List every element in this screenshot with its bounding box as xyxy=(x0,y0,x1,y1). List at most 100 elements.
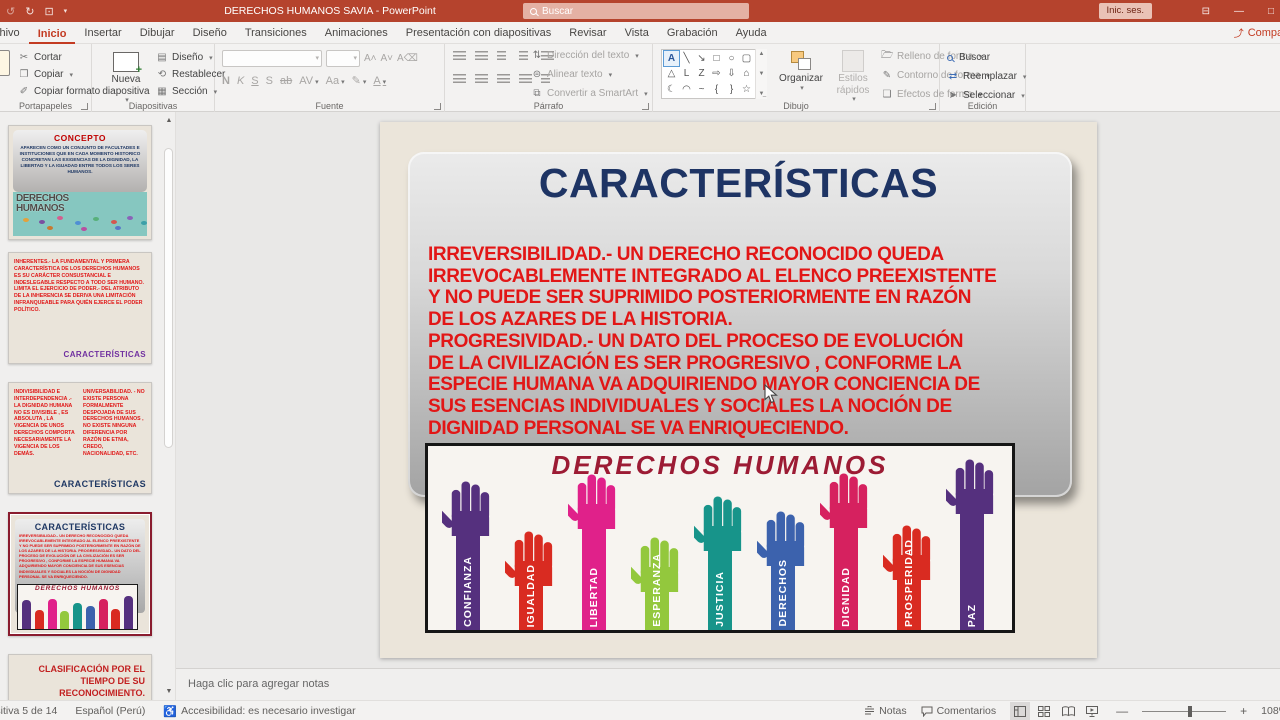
tab-revisar[interactable]: Revisar xyxy=(560,23,615,44)
ribbon-display-options-icon[interactable]: ⊟ xyxy=(1202,6,1210,17)
search-box[interactable]: Buscar xyxy=(523,3,749,19)
notes-toggle-button[interactable]: Notas xyxy=(864,705,907,717)
maximize-icon[interactable]: □ xyxy=(1268,6,1274,17)
shape-left-brace-icon[interactable]: { xyxy=(709,82,724,97)
text-shadow-button[interactable]: S xyxy=(266,75,273,87)
arrange-button[interactable]: Organizar ▾ xyxy=(775,46,827,93)
new-slide-button[interactable]: Nueva diapositiva▾ xyxy=(98,48,154,105)
redo-icon[interactable]: ↻ xyxy=(25,5,34,18)
slide-number-indicator[interactable]: Diapositiva 5 de 14 xyxy=(0,705,57,717)
shape-down-arrow-icon[interactable]: ⇩ xyxy=(724,66,739,81)
shape-rounded-rectangle-icon[interactable]: ▢ xyxy=(739,51,754,66)
share-button[interactable]: ⤴ Compartir xyxy=(1234,25,1280,41)
replace-button[interactable]: ⇄ Reemplazar ▾ xyxy=(947,68,1027,85)
shape-oval-icon[interactable]: ○ xyxy=(724,51,739,66)
increase-font-size-button[interactable]: A˄ xyxy=(364,53,377,64)
tab-dise-o[interactable]: Diseño xyxy=(184,23,236,44)
shape-text-box-icon[interactable]: A xyxy=(663,50,680,67)
bold-button[interactable]: N xyxy=(222,75,230,87)
font-dialog-launcher-icon[interactable] xyxy=(434,103,441,110)
shapes-more-icon[interactable]: ▼̲ xyxy=(759,91,765,97)
zoom-slider[interactable] xyxy=(1142,705,1227,717)
current-slide[interactable]: CARACTERÍSTICAS IRREVERSIBILIDAD.- UN DE… xyxy=(380,122,1097,658)
notes-placeholder[interactable]: Haga clic para agregar notas xyxy=(188,678,329,690)
align-text-button[interactable]: ⊜ Alinear texto ▾ xyxy=(531,66,648,83)
accessibility-checker[interactable]: ♿ Accesibilidad: es necesario investigar xyxy=(163,705,355,718)
zoom-in-button[interactable]: + xyxy=(1240,704,1247,718)
align-right-button[interactable] xyxy=(497,74,510,85)
drawing-dialog-launcher-icon[interactable] xyxy=(929,103,936,110)
shape-rectangle-icon[interactable]: □ xyxy=(709,51,724,66)
slide-title[interactable]: CARACTERÍSTICAS xyxy=(380,160,1097,207)
shape-right-arrow-icon[interactable]: ⇨ xyxy=(709,66,724,81)
slide-sorter-view-button[interactable] xyxy=(1034,702,1054,720)
clipboard-dialog-launcher-icon[interactable] xyxy=(81,103,88,110)
bullets-button[interactable] xyxy=(453,51,466,62)
tab-dibujar[interactable]: Dibujar xyxy=(131,23,184,44)
copy-button[interactable]: ❐ Copiar ▾ xyxy=(18,66,100,83)
align-left-button[interactable] xyxy=(453,74,466,85)
sign-in-button[interactable]: Inic. ses. xyxy=(1098,3,1152,19)
minimize-icon[interactable]: — xyxy=(1234,6,1244,17)
align-center-button[interactable] xyxy=(475,74,488,85)
quick-styles-button[interactable]: Estilos rápidos ▾ xyxy=(827,46,879,104)
font-size-combobox[interactable] xyxy=(326,50,360,67)
decrease-indent-button[interactable] xyxy=(497,51,510,62)
underline-button[interactable]: S xyxy=(251,75,258,87)
paste-button[interactable] xyxy=(0,50,10,76)
shape-elbow-connector-icon[interactable]: L xyxy=(679,66,694,81)
language-indicator[interactable]: Español (Perú) xyxy=(75,705,145,717)
find-button[interactable]: Buscar xyxy=(947,49,1026,66)
comments-toggle-button[interactable]: Comentarios xyxy=(921,705,996,717)
tab-transiciones[interactable]: Transiciones xyxy=(236,23,316,44)
convert-smartart-button[interactable]: ⧉ Convertir a SmartArt ▾ xyxy=(531,85,647,102)
tab-animaciones[interactable]: Animaciones xyxy=(316,23,397,44)
cut-button[interactable]: ✂ Cortar xyxy=(18,49,100,66)
notes-pane[interactable]: Haga clic para agregar notas xyxy=(176,668,1280,700)
shape-right-brace-icon[interactable]: } xyxy=(724,82,739,97)
shape-triangle-icon[interactable]: △ xyxy=(664,66,679,81)
normal-view-button[interactable] xyxy=(1010,702,1031,720)
font-name-combobox[interactable] xyxy=(222,50,322,67)
shapes-gallery-scrollbar[interactable]: ▲ ▼ ▼̲ xyxy=(755,49,767,99)
format-painter-button[interactable]: ✐ Copiar formato xyxy=(18,83,100,100)
zoom-percentage[interactable]: 108% xyxy=(1261,705,1280,717)
scroll-down-icon[interactable]: ▼ xyxy=(162,685,176,698)
slideshow-view-button[interactable] xyxy=(1082,702,1102,720)
undo-icon[interactable]: ↺ xyxy=(6,5,15,18)
slide-thumbnail-indivisibilidad[interactable]: INDIVISIBILIDAD E INTERDEPENDENCIA .- LA… xyxy=(8,382,152,494)
shape-freeform-icon[interactable]: Z xyxy=(694,66,709,81)
highlight-color-button[interactable]: ✎ ▾ xyxy=(352,74,367,87)
reading-view-button[interactable] xyxy=(1058,702,1078,720)
shape-arc-icon[interactable]: ◠ xyxy=(679,82,694,97)
shape-star-icon[interactable]: ☆ xyxy=(739,82,754,97)
tab-grabaci-n[interactable]: Grabación xyxy=(658,23,727,44)
text-direction-button[interactable]: ⇅ Dirección del texto ▾ xyxy=(531,47,648,64)
shapes-scroll-up-icon[interactable]: ▲ xyxy=(759,51,765,57)
numbering-button[interactable] xyxy=(475,51,488,62)
tab-ayuda[interactable]: Ayuda xyxy=(727,23,776,44)
zoom-out-button[interactable]: — xyxy=(1116,704,1128,718)
slide-thumbnail-inherentes[interactable]: INHERENTES.- LA FUNDAMENTAL Y PRIMERA CA… xyxy=(8,252,152,364)
customize-qat-icon[interactable]: ▾ xyxy=(64,7,68,15)
tab-vista[interactable]: Vista xyxy=(616,23,658,44)
tab-insertar[interactable]: Insertar xyxy=(75,23,130,44)
change-case-button[interactable]: Aa ▾ xyxy=(326,75,345,87)
font-color-button[interactable]: A ▾ xyxy=(373,75,386,87)
shape-curve-icon[interactable]: ~ xyxy=(694,82,709,97)
character-spacing-button[interactable]: AV ▾ xyxy=(299,75,318,87)
strikethrough-button[interactable]: ab xyxy=(280,75,292,87)
zoom-slider-thumb[interactable] xyxy=(1188,705,1193,717)
tab-presentaci-n-con-diapositivas[interactable]: Presentación con diapositivas xyxy=(397,23,561,44)
tab-archivo[interactable]: Archivo xyxy=(0,23,29,44)
scroll-up-icon[interactable]: ▲ xyxy=(162,114,176,127)
shapes-scroll-down-icon[interactable]: ▼ xyxy=(759,71,765,77)
italic-button[interactable]: K xyxy=(237,75,244,87)
slide-thumbnail-concepto[interactable]: CONCEPTO APARECEN COMO UN CONJUNTO DE FA… xyxy=(8,125,152,240)
hands-image[interactable]: DERECHOS HUMANOS CONFIANZA IGUALDAD LIBE… xyxy=(425,443,1015,633)
slide-body-text[interactable]: IRREVERSIBILIDAD.- UN DERECHO RECONOCIDO… xyxy=(428,244,1076,439)
paragraph-dialog-launcher-icon[interactable] xyxy=(642,103,649,110)
clear-formatting-button[interactable]: A⌫ xyxy=(397,53,418,64)
slide-thumbnail-caracteristicas-selected[interactable]: CARACTERÍSTICAS IRREVERSIBILIDAD.- UN DE… xyxy=(8,512,152,636)
shape-moon-icon[interactable]: ☾ xyxy=(664,82,679,97)
